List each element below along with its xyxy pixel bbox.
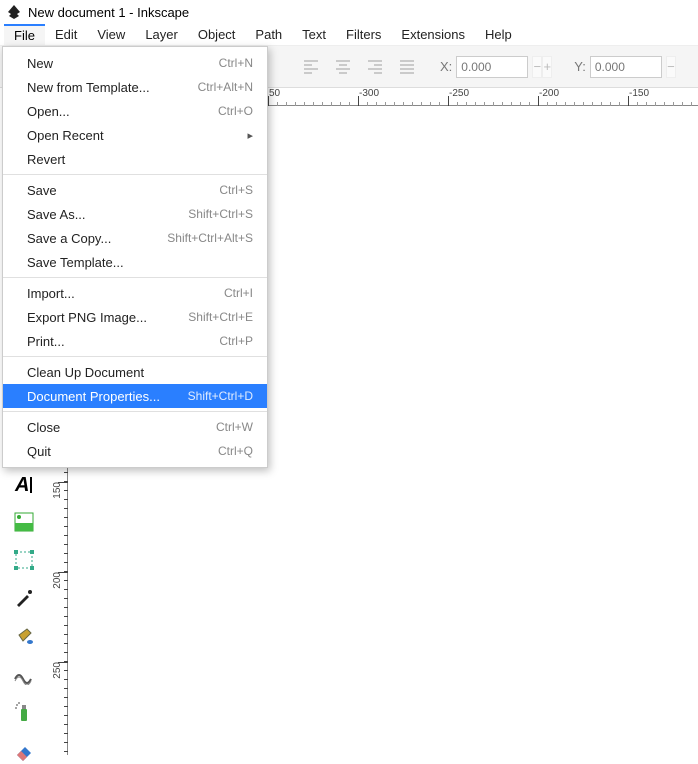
menu-item-label: Quit xyxy=(27,444,51,459)
menu-object[interactable]: Object xyxy=(188,25,246,44)
menu-item-print[interactable]: Print... Ctrl+P xyxy=(3,329,267,353)
menu-item-shortcut: Shift+Ctrl+D xyxy=(188,389,253,403)
menu-item-save-template[interactable]: Save Template... xyxy=(3,250,267,274)
x-stepper[interactable]: −+ xyxy=(532,56,552,78)
menu-layer[interactable]: Layer xyxy=(135,25,188,44)
menu-filters[interactable]: Filters xyxy=(336,25,391,44)
menu-item-export-png-image[interactable]: Export PNG Image... Shift+Ctrl+E xyxy=(3,305,267,329)
x-label: X: xyxy=(440,59,452,74)
menu-item-shortcut: Ctrl+Q xyxy=(218,444,253,458)
svg-text:A: A xyxy=(14,474,29,495)
menu-separator xyxy=(3,356,267,357)
spray-tool[interactable] xyxy=(10,698,38,726)
menu-item-label: Save xyxy=(27,183,57,198)
menubar: File Edit View Layer Object Path Text Fi… xyxy=(0,24,698,46)
dropper-tool[interactable] xyxy=(10,584,38,612)
menu-item-label: Save As... xyxy=(27,207,86,222)
menu-item-label: Close xyxy=(27,420,60,435)
menu-item-shortcut: Ctrl+N xyxy=(219,56,253,70)
node-tool[interactable] xyxy=(10,546,38,574)
menu-item-label: Save a Copy... xyxy=(27,231,111,246)
menu-item-revert[interactable]: Revert xyxy=(3,147,267,171)
menu-item-new-from-template[interactable]: New from Template... Ctrl+Alt+N xyxy=(3,75,267,99)
menu-view[interactable]: View xyxy=(87,25,135,44)
ruler-h-label: -250 xyxy=(449,88,469,99)
ruler-h-label: -150 xyxy=(629,88,649,99)
menu-item-shortcut: Ctrl+Alt+N xyxy=(198,80,253,94)
menu-item-label: Save Template... xyxy=(27,255,124,270)
menu-item-shortcut: Ctrl+P xyxy=(219,334,253,348)
menu-edit[interactable]: Edit xyxy=(45,25,87,44)
file-menu-dropdown: New Ctrl+N New from Template... Ctrl+Alt+N O… xyxy=(2,46,268,468)
menu-item-shortcut: Shift+Ctrl+S xyxy=(188,207,253,221)
y-label: Y: xyxy=(574,59,586,74)
menu-item-clean-up-document[interactable]: Clean Up Document xyxy=(3,360,267,384)
menu-separator xyxy=(3,411,267,412)
inkscape-icon xyxy=(6,4,22,20)
align-right-icon[interactable] xyxy=(364,56,386,78)
ruler-v-label: 250 xyxy=(52,662,63,679)
submenu-arrow-icon: ▸ xyxy=(247,129,253,142)
menu-item-import[interactable]: Import... Ctrl+I xyxy=(3,281,267,305)
menu-item-label: Document Properties... xyxy=(27,389,160,404)
menu-help[interactable]: Help xyxy=(475,25,522,44)
menu-text[interactable]: Text xyxy=(292,25,336,44)
y-input[interactable]: 0.000 xyxy=(590,56,662,78)
window-title: New document 1 - Inkscape xyxy=(28,5,189,20)
ruler-v-label: 150 xyxy=(52,482,63,499)
y-stepper[interactable]: − xyxy=(666,56,686,78)
menu-separator xyxy=(3,174,267,175)
menu-separator xyxy=(3,277,267,278)
ruler-h-label: 50 xyxy=(269,88,280,99)
menu-item-save-a-copy[interactable]: Save a Copy... Shift+Ctrl+Alt+S xyxy=(3,226,267,250)
menu-item-label: Revert xyxy=(27,152,65,167)
menu-item-label: Import... xyxy=(27,286,75,301)
menu-item-label: New from Template... xyxy=(27,80,150,95)
toolbox: A xyxy=(6,432,42,764)
menu-item-shortcut: Ctrl+O xyxy=(218,104,253,118)
menu-item-label: New xyxy=(27,56,53,71)
menu-extensions[interactable]: Extensions xyxy=(391,25,475,44)
paint-bucket-tool[interactable] xyxy=(10,622,38,650)
align-justify-icon[interactable] xyxy=(396,56,418,78)
menu-item-save-as[interactable]: Save As... Shift+Ctrl+S xyxy=(3,202,267,226)
titlebar: New document 1 - Inkscape xyxy=(0,0,698,24)
menu-item-shortcut: Ctrl+S xyxy=(219,183,253,197)
text-tool[interactable]: A xyxy=(10,470,38,498)
tweak-tool[interactable] xyxy=(10,660,38,688)
menu-item-new[interactable]: New Ctrl+N xyxy=(3,51,267,75)
menu-item-close[interactable]: Close Ctrl+W xyxy=(3,415,267,439)
menu-item-save[interactable]: Save Ctrl+S xyxy=(3,178,267,202)
menu-item-shortcut: Ctrl+I xyxy=(224,286,253,300)
menu-item-shortcut: Shift+Ctrl+E xyxy=(188,310,253,324)
menu-item-label: Open... xyxy=(27,104,70,119)
ruler-h-label: -200 xyxy=(539,88,559,99)
align-center-icon[interactable] xyxy=(332,56,354,78)
menu-item-quit[interactable]: Quit Ctrl+Q xyxy=(3,439,267,463)
align-left-icon[interactable] xyxy=(300,56,322,78)
menu-file[interactable]: File xyxy=(4,24,45,45)
menu-item-label: Clean Up Document xyxy=(27,365,144,380)
menu-item-open-recent[interactable]: Open Recent ▸ xyxy=(3,123,267,147)
eraser-tool[interactable] xyxy=(10,736,38,764)
menu-item-shortcut: Ctrl+W xyxy=(216,420,253,434)
menu-item-label: Print... xyxy=(27,334,65,349)
menu-item-document-properties[interactable]: Document Properties... Shift+Ctrl+D xyxy=(3,384,267,408)
menu-item-label: Open Recent xyxy=(27,128,104,143)
menu-item-label: Export PNG Image... xyxy=(27,310,147,325)
ruler-v-label: 200 xyxy=(52,572,63,589)
menu-item-shortcut: Shift+Ctrl+Alt+S xyxy=(167,231,253,245)
menu-path[interactable]: Path xyxy=(245,25,292,44)
gradient-tool[interactable] xyxy=(10,508,38,536)
x-input[interactable]: 0.000 xyxy=(456,56,528,78)
menu-item-open[interactable]: Open... Ctrl+O xyxy=(3,99,267,123)
ruler-h-label: -300 xyxy=(359,88,379,99)
